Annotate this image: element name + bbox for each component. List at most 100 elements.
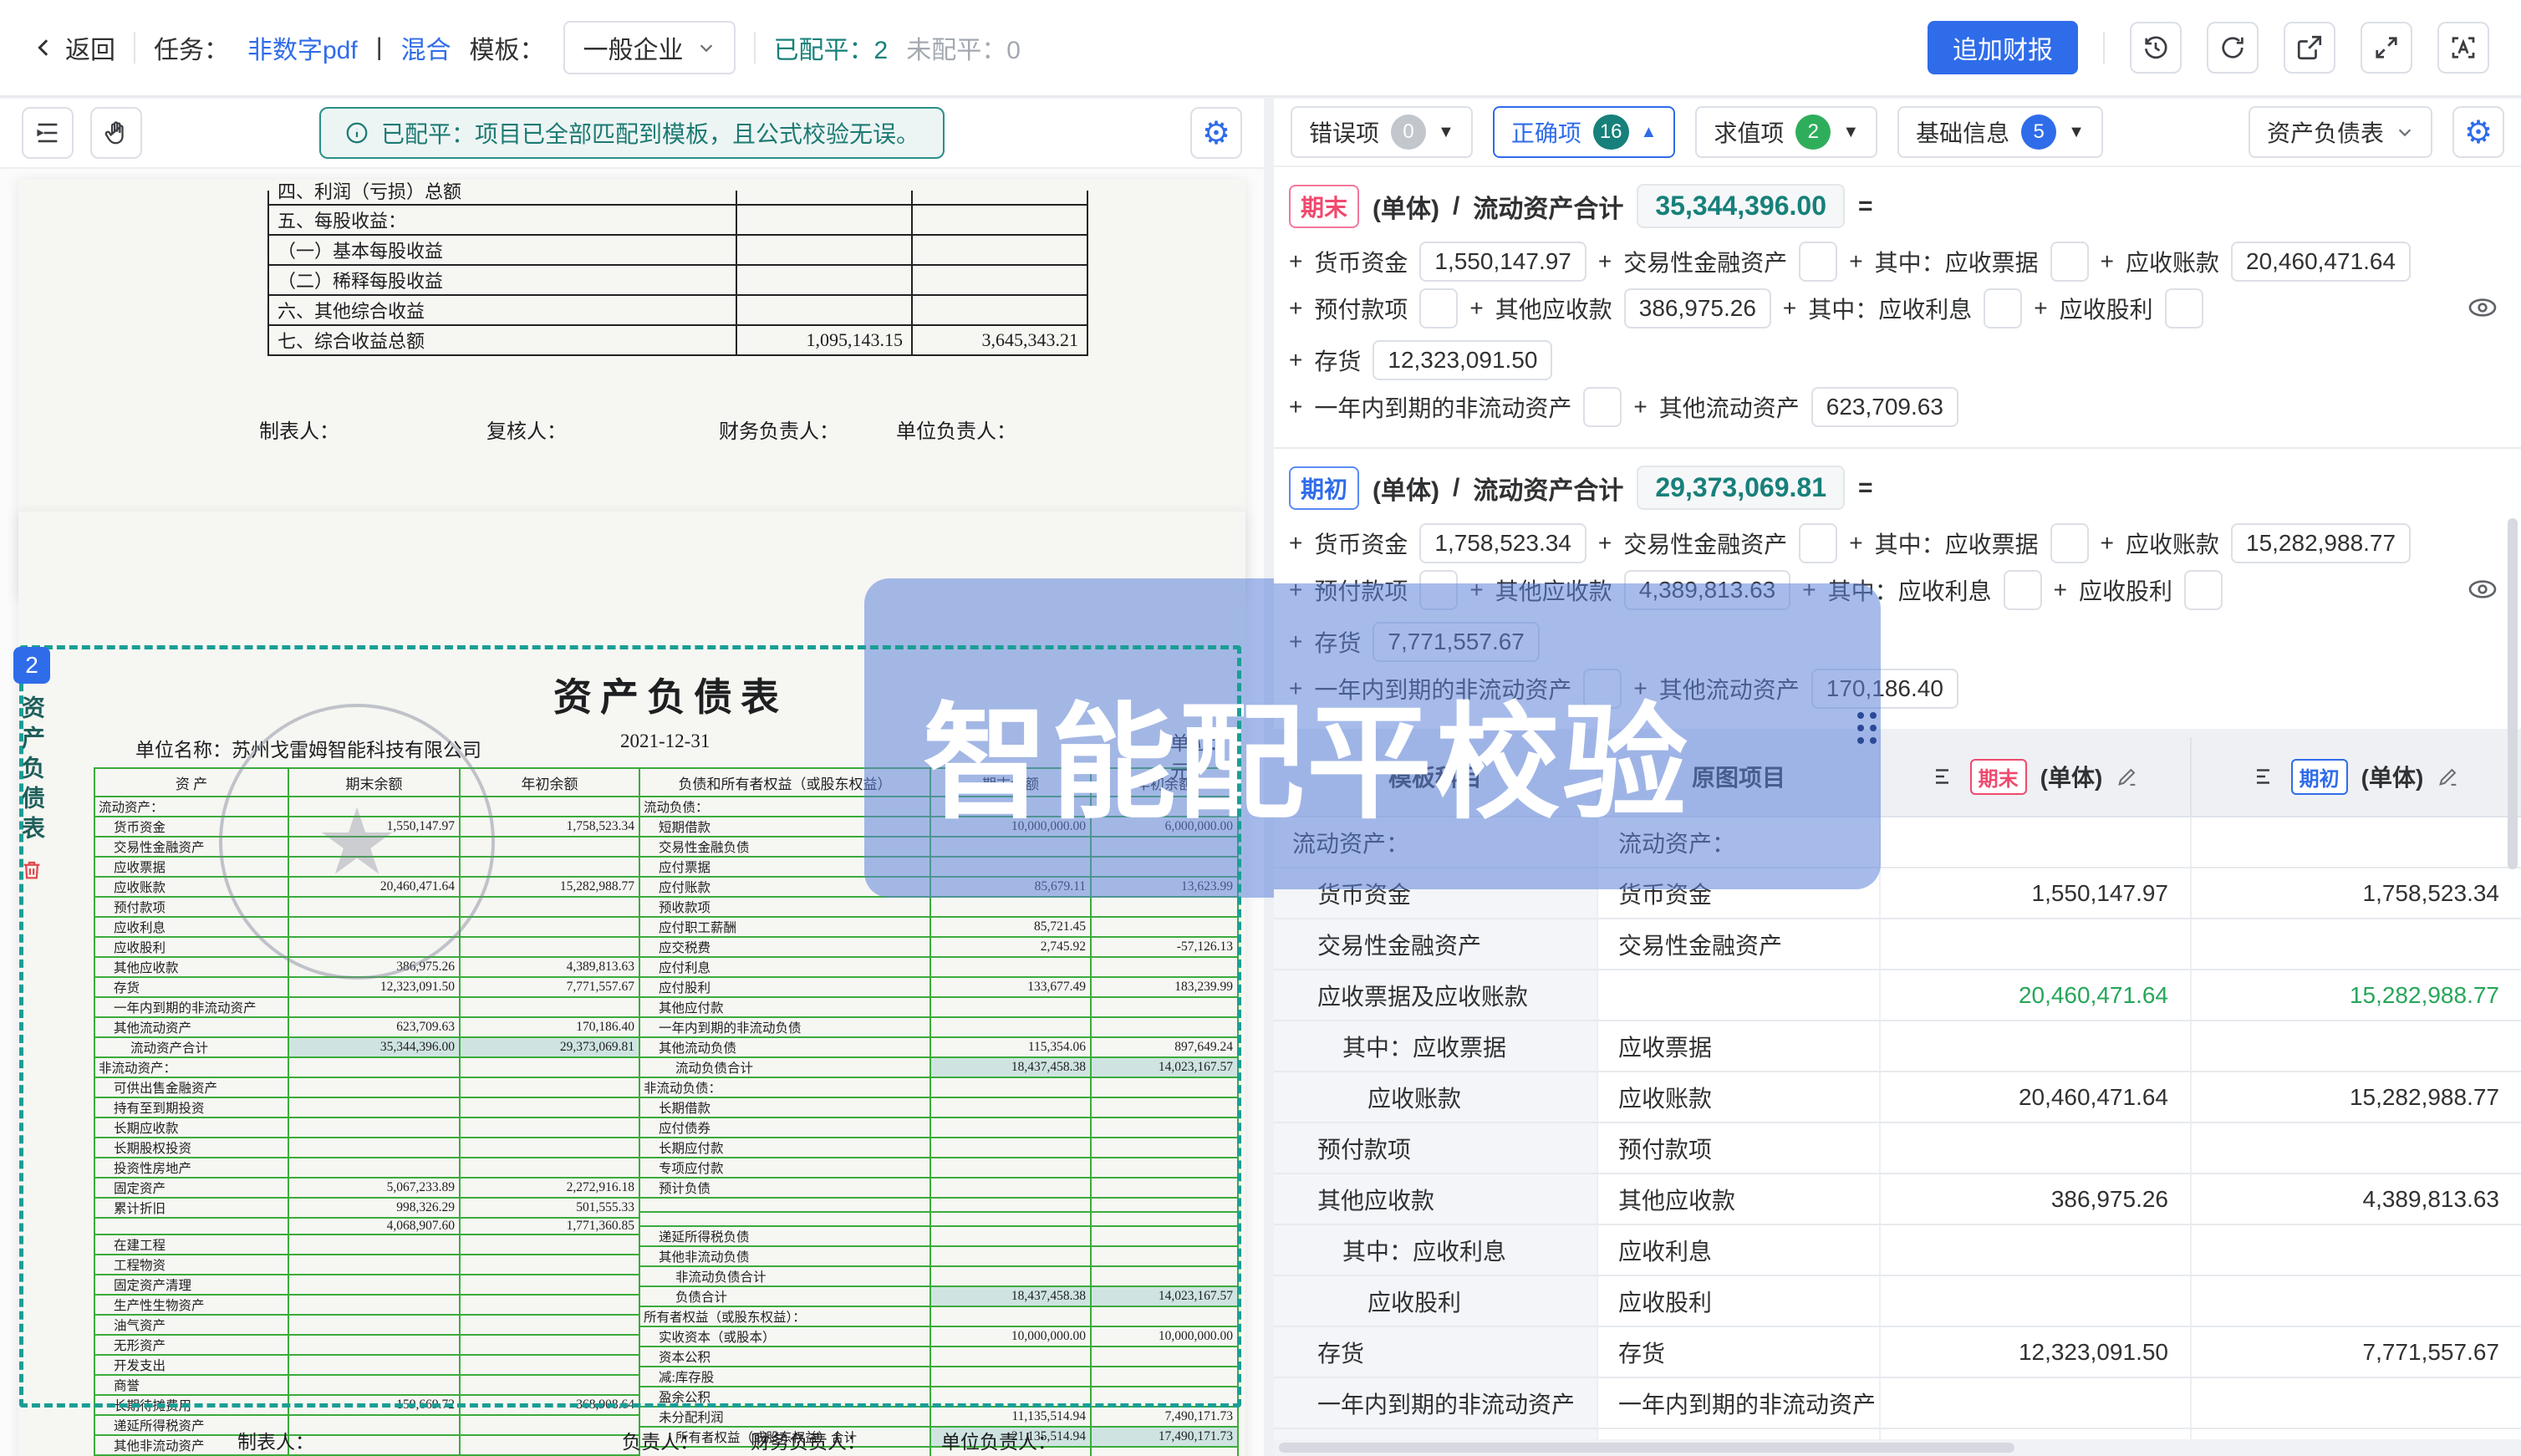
cell-template-subject: 其中：应收利息 <box>1274 1225 1598 1275</box>
pan-tool-button[interactable] <box>90 107 142 159</box>
formula-token: +应收账款20,460,471.64 <box>2101 242 2411 282</box>
bs-end-value <box>930 957 1091 977</box>
cell-original-item: 应收股利 <box>1598 1276 1881 1326</box>
outline-tool-button[interactable] <box>22 107 74 159</box>
history-button[interactable] <box>2130 22 2182 74</box>
bs-item-name <box>639 1212 930 1226</box>
caret-up-icon: ▲ <box>1641 123 1658 142</box>
bs-row: 所有者权益（或股东权益）： <box>639 1306 1238 1326</box>
eye-toggle[interactable] <box>2466 291 2499 324</box>
item-value-box[interactable] <box>1419 288 1458 328</box>
bs-row: 长期股权投资 <box>94 1138 639 1158</box>
template-select[interactable]: 一般企业 <box>563 21 736 74</box>
item-value-box[interactable] <box>1583 387 1622 427</box>
count-badge: 2 <box>1795 115 1831 150</box>
list-icon[interactable] <box>2253 764 2278 789</box>
income-row: （一）基本每股收益 <box>268 235 1087 265</box>
table-row[interactable]: 应收账款应收账款20,460,471.6415,282,988.77 <box>1274 1072 2521 1123</box>
task-name-link[interactable]: 非数字pdf <box>247 29 358 66</box>
cell-original-item: 其他应收款 <box>1598 1174 1881 1224</box>
export-button[interactable] <box>2284 22 2335 74</box>
vertical-scrollbar[interactable] <box>2508 518 2518 869</box>
item-value-box[interactable]: 1,758,523.34 <box>1419 523 1586 563</box>
bs-row: 应付债券 <box>639 1117 1238 1138</box>
sheet-side-tab[interactable]: 2 资产负债表 <box>10 647 53 883</box>
filter-errors[interactable]: 错误项 0 ▼ <box>1291 106 1473 158</box>
cell-end-value <box>1881 1123 2192 1173</box>
filter-basic-info[interactable]: 基础信息 5 ▼ <box>1897 106 2103 158</box>
refresh-button[interactable] <box>2207 22 2259 74</box>
cell-original-item: 应收票据 <box>1598 1021 1881 1071</box>
item-label: 货币资金 <box>1314 245 1408 278</box>
filter-evaluated[interactable]: 求值项 2 ▼ <box>1695 106 1877 158</box>
table-row[interactable]: 其中：应收票据应收票据 <box>1274 1021 2521 1072</box>
item-value-box[interactable] <box>1799 523 1837 563</box>
table-row[interactable]: 应收票据及应收账款20,460,471.6415,282,988.77 <box>1274 970 2521 1021</box>
signature-label: 负责人： <box>622 1426 699 1454</box>
item-value-box[interactable] <box>2184 570 2223 610</box>
header-end-period[interactable]: 期末 (单体) <box>1881 737 2192 816</box>
eye-toggle[interactable] <box>2466 573 2499 606</box>
income-begin-value <box>912 265 1087 295</box>
task-mode-link[interactable]: 混合 <box>401 29 451 66</box>
item-value-box[interactable] <box>2050 523 2089 563</box>
bs-end-value <box>288 1375 460 1395</box>
table-row[interactable]: 其中：应收利息应收利息 <box>1274 1225 2521 1276</box>
table-row[interactable]: 交易性金融资产交易性金融资产 <box>1274 919 2521 970</box>
header-begin-period[interactable]: 期初 (单体) <box>2192 737 2521 816</box>
table-row[interactable]: 其他应收款其他应收款386,975.264,389,813.63 <box>1274 1174 2521 1225</box>
bs-begin-value: 4,389,813.63 <box>460 957 639 977</box>
item-value-box[interactable]: 386,975.26 <box>1624 288 1771 328</box>
item-value-box[interactable]: 20,460,471.64 <box>2231 242 2411 282</box>
cell-end-value: 386,975.26 <box>1881 1174 2192 1224</box>
filter-correct[interactable]: 正确项 16 ▲ <box>1493 106 1676 158</box>
bs-begin-value: -57,126.13 <box>1091 937 1238 957</box>
item-value-box[interactable]: 15,282,988.77 <box>2231 523 2411 563</box>
bs-begin-value <box>460 1057 639 1077</box>
cell-original-item: 预付款项 <box>1598 1123 1881 1173</box>
bs-item-name: 油气资产 <box>94 1315 288 1335</box>
bs-end-value <box>930 1097 1091 1117</box>
table-row[interactable]: 应收股利应收股利 <box>1274 1276 2521 1327</box>
bs-begin-value: 183,239.99 <box>1091 977 1238 997</box>
total-value[interactable]: 29,373,069.81 <box>1637 466 1845 510</box>
scrollbar-thumb[interactable] <box>1279 1443 2014 1453</box>
sheet-type-select[interactable]: 资产负债表 <box>2249 106 2432 158</box>
item-value-box[interactable] <box>2050 242 2089 282</box>
edit-pencil-icon[interactable] <box>2116 765 2139 788</box>
bs-begin-value <box>1091 897 1238 917</box>
item-value-box[interactable]: 623,709.63 <box>1811 387 1958 427</box>
sheet-type-value: 资产负债表 <box>2267 115 2384 149</box>
item-value-box[interactable] <box>2004 570 2042 610</box>
table-row[interactable]: 存货存货12,323,091.507,771,557.67 <box>1274 1327 2521 1378</box>
table-row[interactable]: 一年内到期的非流动资产一年内到期的非流动资产 <box>1274 1378 2521 1429</box>
item-value-box[interactable] <box>2165 288 2203 328</box>
bs-row: 长期借款 <box>639 1097 1238 1117</box>
list-icon[interactable] <box>1932 764 1957 789</box>
bs-begin-value <box>1091 957 1238 977</box>
bs-row: 一年内到期的非流动资产 <box>94 997 639 1017</box>
add-report-button[interactable]: 追加财报 <box>1928 21 2078 74</box>
ocr-recognize-button[interactable] <box>2437 22 2489 74</box>
back-button[interactable]: 返回 <box>32 29 115 66</box>
item-value-box[interactable]: 1,550,147.97 <box>1419 242 1586 282</box>
total-value[interactable]: 35,344,396.00 <box>1637 184 1845 228</box>
item-value-box[interactable]: 12,323,091.50 <box>1373 340 1552 380</box>
bs-end-value: 18,437,458.38 <box>930 1286 1091 1306</box>
table-row[interactable]: 预付款项预付款项 <box>1274 1123 2521 1174</box>
item-value-box[interactable] <box>1984 288 2022 328</box>
bs-item-name: 非流动资产： <box>94 1057 288 1077</box>
bs-end-value <box>930 1198 1091 1212</box>
cell-end-value <box>1881 1225 2192 1275</box>
edit-pencil-icon[interactable] <box>2437 765 2460 788</box>
doc-settings-button[interactable]: ⚙ <box>1190 107 1242 159</box>
delete-sheet-button[interactable] <box>19 858 44 883</box>
fullscreen-button[interactable] <box>2361 22 2412 74</box>
mapping-settings-button[interactable]: ⚙ <box>2452 106 2504 158</box>
item-value-box[interactable] <box>1799 242 1837 282</box>
formula-token: +其中：应收票据 <box>1849 242 2088 282</box>
drag-handle-dots[interactable] <box>1857 712 1877 744</box>
horizontal-scrollbar[interactable] <box>1274 1439 2521 1456</box>
formula-token: +货币资金1,758,523.34 <box>1289 523 1586 563</box>
bs-end-value: 159,669.72 <box>288 1395 460 1415</box>
